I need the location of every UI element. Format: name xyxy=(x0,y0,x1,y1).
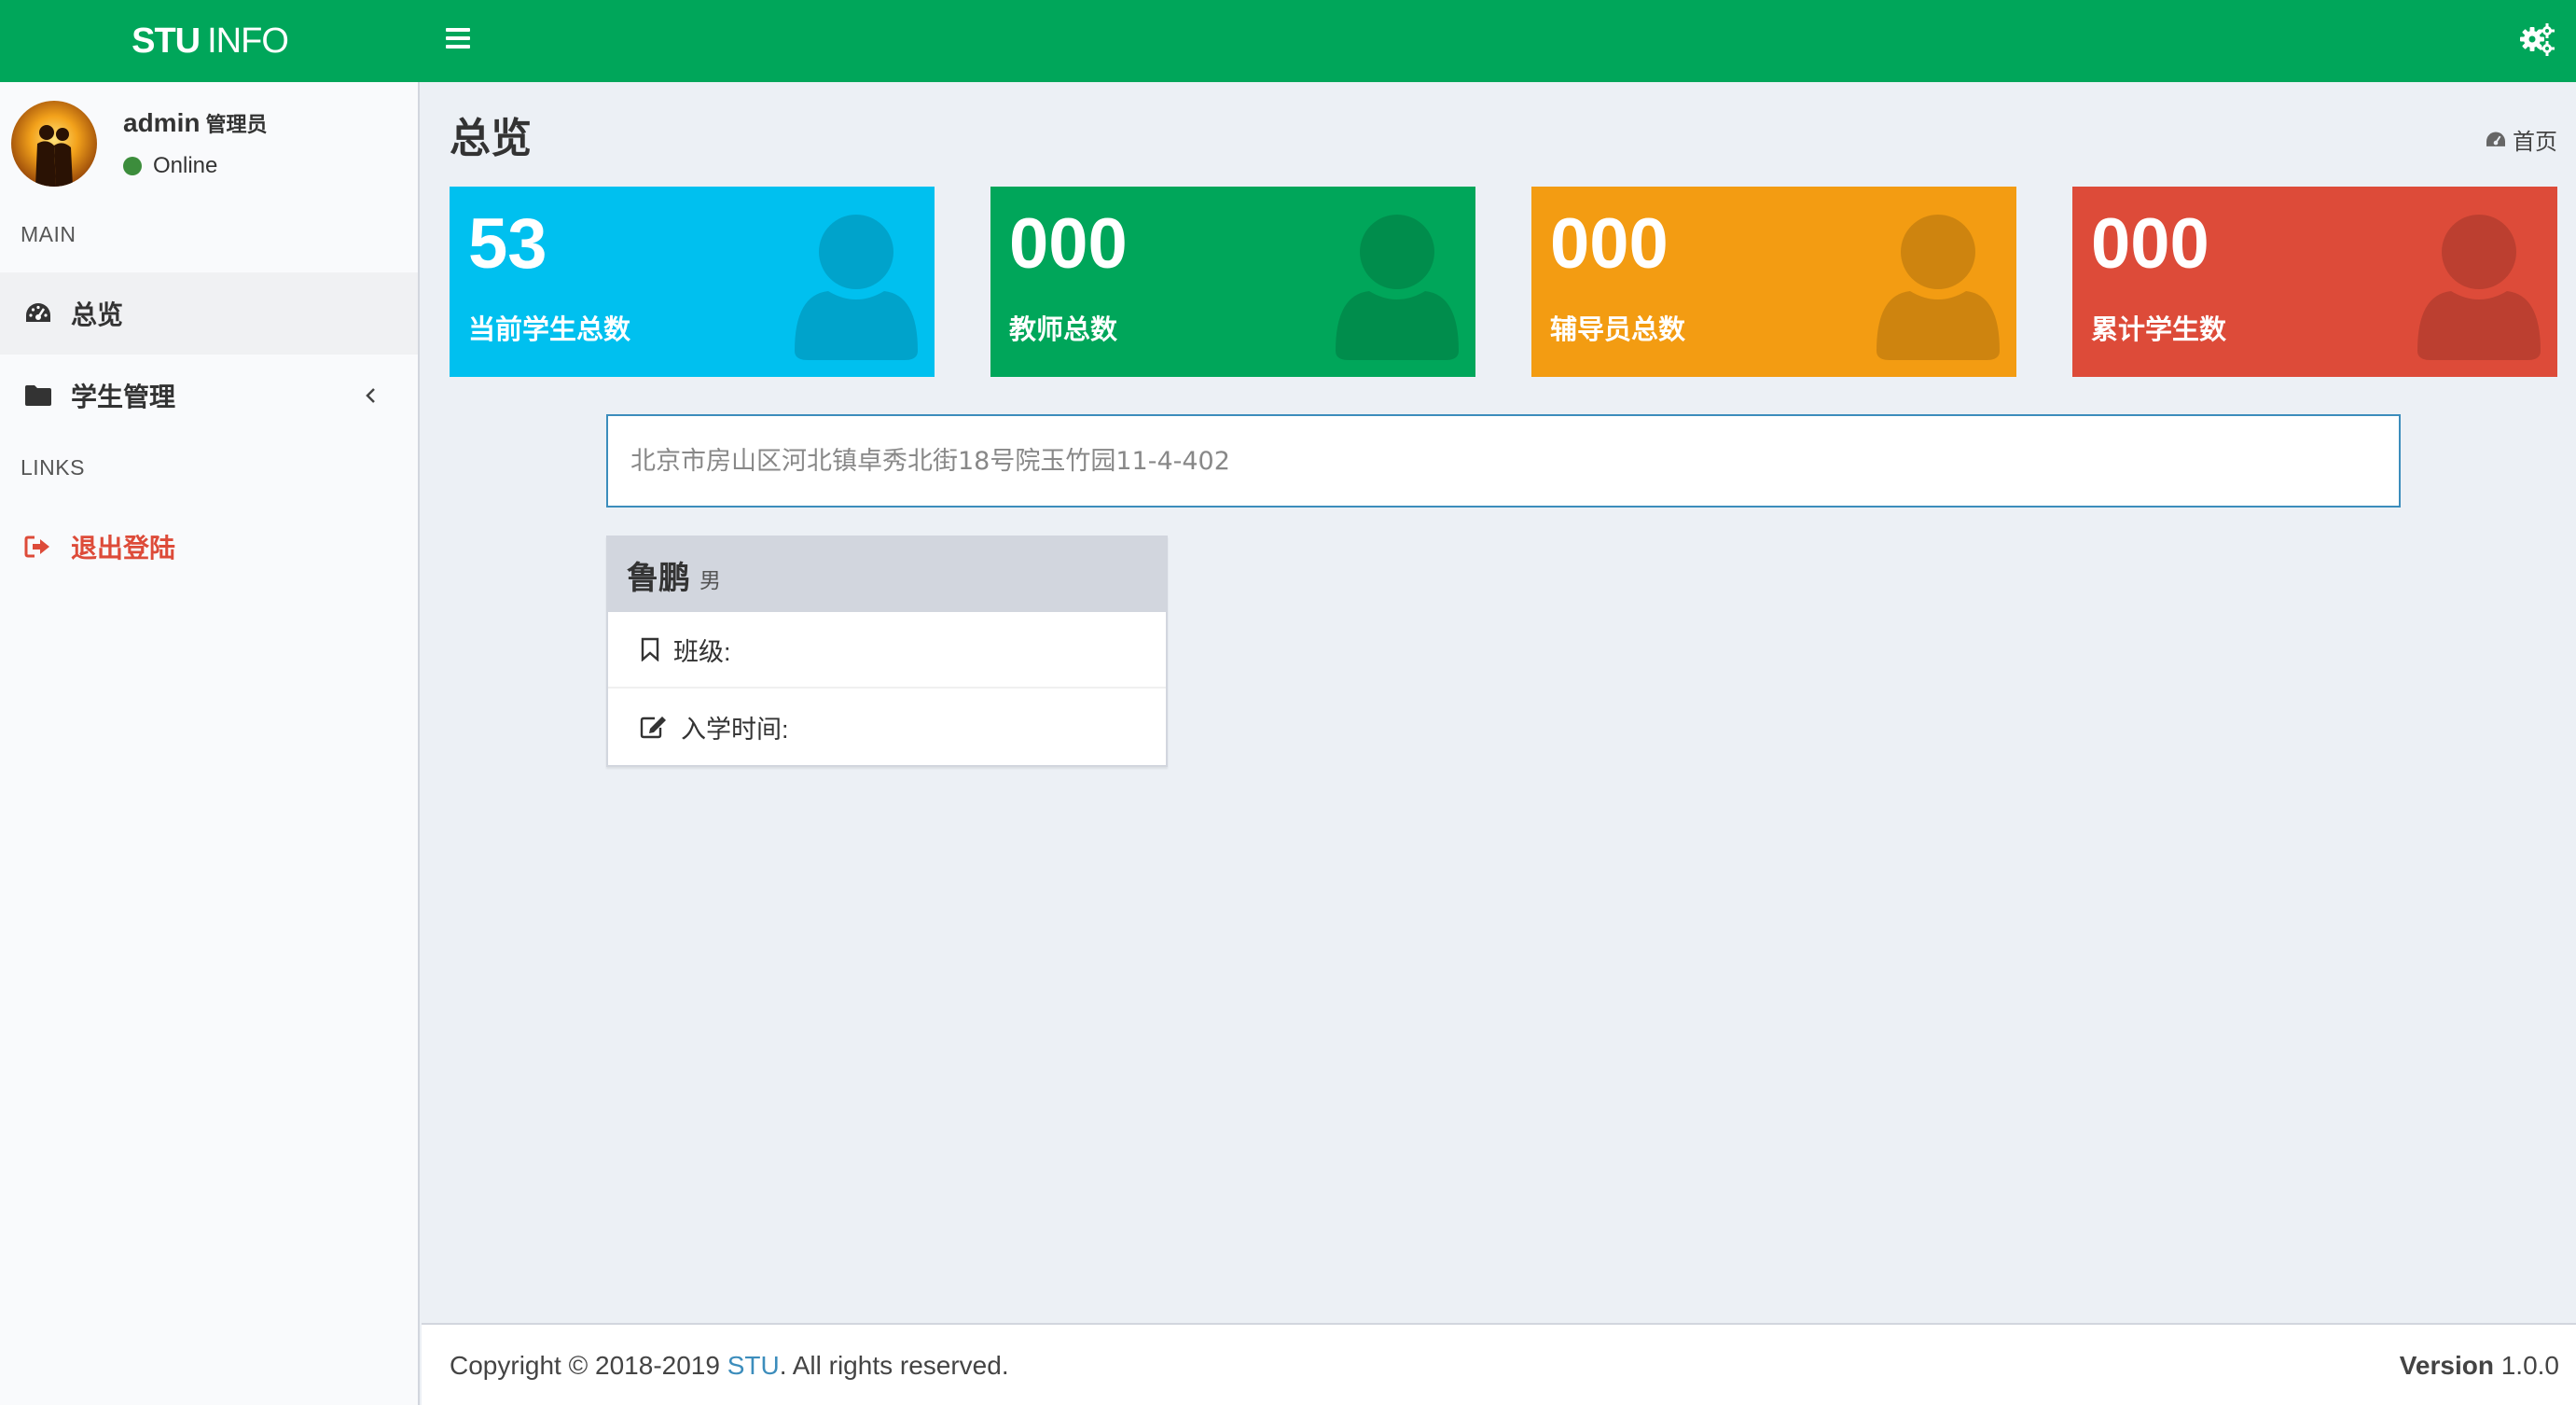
menu-header-links: LINKS xyxy=(21,455,85,480)
menu-header-main: MAIN xyxy=(21,222,76,246)
user-icon xyxy=(1877,215,2000,360)
student-card-header: 鲁鹏 男 xyxy=(608,537,1166,612)
user-role: 管理员 xyxy=(205,113,268,136)
sidebar-item-label: 学生管理 xyxy=(71,383,176,411)
footer: Copyright © 2018-2019 STU. All rights re… xyxy=(422,1323,2576,1405)
breadcrumb[interactable]: 首页 xyxy=(2485,123,2557,156)
status-text: Online xyxy=(153,153,218,178)
sidebar-item-label: 总览 xyxy=(71,300,124,329)
stat-teachers[interactable]: 000 教师总数 xyxy=(990,187,1475,377)
user-icon xyxy=(2417,215,2541,360)
avatar[interactable] xyxy=(11,101,97,187)
logo-bold-text: STU xyxy=(132,21,201,61)
user-icon xyxy=(795,215,918,360)
stat-value: 000 xyxy=(1550,204,1669,284)
stat-counselors[interactable]: 000 辅导员总数 xyxy=(1531,187,2016,377)
stat-label: 当前学生总数 xyxy=(468,315,631,345)
student-class-label: 班级: xyxy=(673,637,731,666)
student-card[interactable]: 鲁鹏 男 班级: 入学时间: xyxy=(606,536,1168,767)
dashboard-icon xyxy=(24,299,52,327)
search-input[interactable] xyxy=(608,416,2399,506)
sign-out-icon xyxy=(24,533,52,561)
gears-icon[interactable] xyxy=(2518,21,2555,58)
main-content: 总览 首页 53 当前学生总数 000 教师总数 000 辅导员总数 000 累… xyxy=(422,82,2576,1323)
edit-icon xyxy=(640,716,666,739)
folder-icon xyxy=(24,382,52,410)
sidebar: admin 管理员 Online MAIN 总览 学生管理 LINKS 退出登陆 xyxy=(0,82,420,1405)
user-name: admin 管理员 xyxy=(123,108,268,137)
version-value: 1.0.0 xyxy=(2493,1351,2559,1380)
breadcrumb-home[interactable]: 首页 xyxy=(2513,123,2557,156)
stat-label: 辅导员总数 xyxy=(1550,315,1686,345)
student-class-row: 班级: xyxy=(608,612,1166,689)
logo-light-text: INFO xyxy=(207,21,289,61)
stat-label: 累计学生数 xyxy=(2091,315,2227,345)
copyright: Copyright © 2018-2019 STU. All rights re… xyxy=(450,1351,1009,1380)
brand-link[interactable]: STU xyxy=(727,1351,780,1380)
student-name: 鲁鹏 xyxy=(627,560,690,596)
user-status: Online xyxy=(123,153,217,179)
stat-label: 教师总数 xyxy=(1009,315,1118,345)
version-info: Version 1.0.0 xyxy=(2400,1351,2559,1381)
chevron-left-icon[interactable] xyxy=(358,383,384,409)
online-status-icon xyxy=(123,157,142,175)
sidebar-toggle-icon[interactable] xyxy=(446,24,474,52)
page-title: 总览 xyxy=(450,116,532,161)
stat-value: 53 xyxy=(468,204,547,284)
user-panel: admin 管理员 Online xyxy=(0,82,420,213)
user-icon xyxy=(1336,215,1459,360)
logout-link[interactable]: 退出登陆 xyxy=(0,506,418,588)
stat-value: 000 xyxy=(1009,204,1128,284)
sidebar-item-student-management[interactable]: 学生管理 xyxy=(0,355,418,437)
logout-label: 退出登陆 xyxy=(71,534,176,563)
bookmark-icon xyxy=(641,637,659,661)
stat-value: 000 xyxy=(2091,204,2209,284)
top-navbar: STU INFO xyxy=(0,0,2576,82)
student-enroll-label: 入学时间: xyxy=(681,715,789,744)
search-box xyxy=(606,414,2401,508)
sidebar-item-overview[interactable]: 总览 xyxy=(0,272,418,355)
student-gender: 男 xyxy=(699,568,721,592)
student-enroll-row: 入学时间: xyxy=(608,689,1166,765)
dashboard-icon xyxy=(2486,132,2505,146)
stat-current-students[interactable]: 53 当前学生总数 xyxy=(450,187,935,377)
version-label: Version xyxy=(2399,1351,2494,1380)
app-logo[interactable]: STU INFO xyxy=(0,0,420,82)
stat-total-students[interactable]: 000 累计学生数 xyxy=(2072,187,2557,377)
